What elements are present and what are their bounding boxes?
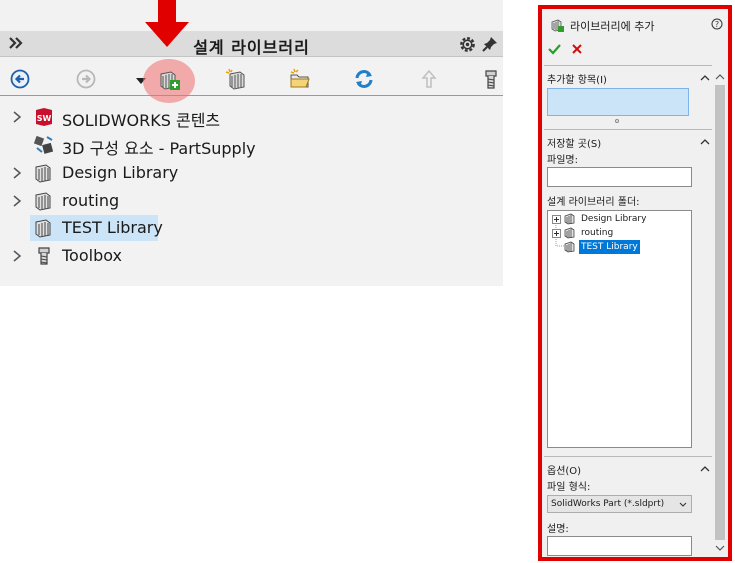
- panel-title: 라이브러리에 추가: [570, 20, 655, 33]
- add-to-library-icon[interactable]: [158, 68, 182, 92]
- design-library-pane: 설계 라이브러리 SW SOLIDWORKS 콘텐츠 3D 구성 요소 - Pa…: [0, 0, 503, 286]
- tree-item-label: Toolbox: [62, 246, 122, 265]
- library-folder-icon: [564, 213, 575, 225]
- ok-check-icon[interactable]: [548, 43, 561, 55]
- file-format-value: SolidWorks Part (*.sldprt): [551, 499, 665, 509]
- back-icon[interactable]: [9, 68, 31, 90]
- options-section-header[interactable]: 옵션(O): [547, 462, 581, 477]
- folder-item-label: TEST Library: [579, 240, 640, 254]
- tree-item-label: TEST Library: [62, 218, 163, 237]
- tree-item-label: 3D 구성 요소 - PartSupply: [62, 139, 256, 158]
- save-to-section-header[interactable]: 저장할 곳(S): [547, 135, 601, 150]
- library-folder-tree[interactable]: Design Library routing TEST Library: [547, 210, 692, 448]
- scroll-up-icon[interactable]: [715, 73, 725, 80]
- help-icon[interactable]: ?: [711, 18, 723, 30]
- toolbox-bolt-icon[interactable]: [483, 68, 499, 90]
- tree-item-solidworks-content[interactable]: SW SOLIDWORKS 콘텐츠: [0, 104, 503, 130]
- chevron-up-icon[interactable]: [700, 74, 710, 81]
- separator: [544, 65, 712, 66]
- red-arrow-down-icon: [145, 0, 189, 47]
- partsupply-icon: [33, 135, 54, 154]
- description-input[interactable]: [547, 536, 692, 556]
- description-label: 설명:: [547, 524, 569, 535]
- tree-item-design-library[interactable]: Design Library: [0, 160, 503, 186]
- cancel-x-icon[interactable]: [572, 44, 582, 54]
- gear-icon[interactable]: [458, 35, 477, 54]
- tree-item-label: SOLIDWORKS 콘텐츠: [62, 111, 221, 130]
- tree-item-routing[interactable]: routing: [0, 188, 503, 214]
- new-folder-icon[interactable]: [289, 68, 311, 90]
- separator: [544, 129, 712, 130]
- vertical-scrollbar[interactable]: [712, 69, 728, 557]
- add-to-library-icon: [551, 19, 564, 32]
- folder-item-label: routing: [581, 228, 614, 238]
- add-library-folder-icon[interactable]: [225, 68, 247, 90]
- expand-plus-icon[interactable]: [552, 215, 561, 224]
- solidworks-logo-icon: SW: [36, 108, 52, 126]
- svg-text:?: ?: [715, 20, 719, 29]
- folder-item-test-library[interactable]: TEST Library: [548, 240, 691, 254]
- design-library-toolbar: [0, 60, 503, 96]
- tree-item-toolbox[interactable]: Toolbox: [0, 243, 503, 269]
- folder-item-label: Design Library: [581, 214, 647, 224]
- chevron-up-icon[interactable]: [700, 465, 710, 472]
- file-format-label: 파일 형식:: [547, 482, 591, 493]
- chevron-up-icon[interactable]: [700, 138, 710, 145]
- resize-handle[interactable]: [615, 119, 619, 123]
- chevron-right-icon[interactable]: [12, 110, 22, 124]
- toolbox-icon: [38, 247, 50, 265]
- refresh-icon[interactable]: [353, 68, 375, 90]
- tree-item-test-library[interactable]: TEST Library: [0, 215, 503, 241]
- library-folder-icon: [35, 192, 51, 211]
- design-library-header: 설계 라이브러리: [0, 31, 503, 57]
- scroll-down-icon[interactable]: [715, 545, 725, 552]
- items-to-add-list[interactable]: [547, 88, 689, 116]
- library-folder-icon: [35, 164, 51, 183]
- library-folder-icon: [564, 241, 575, 253]
- add-to-library-panel: 라이브러리에 추가 ? 추가할 항목(I) 저장할 곳(S) 파일명: 설계 라…: [538, 5, 732, 561]
- items-section-header[interactable]: 추가할 항목(I): [547, 71, 607, 86]
- forward-icon[interactable]: [75, 68, 97, 90]
- scroll-thumb[interactable]: [715, 85, 725, 540]
- tree-item-partsupply[interactable]: 3D 구성 요소 - PartSupply: [0, 132, 503, 158]
- separator: [544, 456, 712, 457]
- expand-plus-icon[interactable]: [552, 229, 561, 238]
- tree-item-label: Design Library: [62, 163, 179, 182]
- pane-title: 설계 라이브러리: [193, 38, 310, 57]
- up-arrow-icon[interactable]: [418, 68, 440, 90]
- file-format-select[interactable]: SolidWorks Part (*.sldprt): [547, 495, 692, 513]
- chevron-right-icon[interactable]: [12, 249, 22, 263]
- library-folder-icon: [35, 219, 51, 238]
- folder-item-design-library[interactable]: Design Library: [548, 212, 691, 226]
- filename-input[interactable]: [547, 167, 692, 187]
- chevron-right-icon[interactable]: [12, 194, 22, 208]
- svg-text:SW: SW: [37, 114, 52, 123]
- library-folder-label: 설계 라이브러리 폴더:: [547, 197, 640, 208]
- pin-icon[interactable]: [481, 35, 499, 53]
- chevron-down-icon: [679, 502, 687, 507]
- folder-item-routing[interactable]: routing: [548, 226, 691, 240]
- tree-item-label: routing: [62, 191, 120, 210]
- library-folder-icon: [564, 227, 575, 239]
- filename-label: 파일명:: [547, 155, 578, 166]
- chevron-right-icon[interactable]: [12, 166, 22, 180]
